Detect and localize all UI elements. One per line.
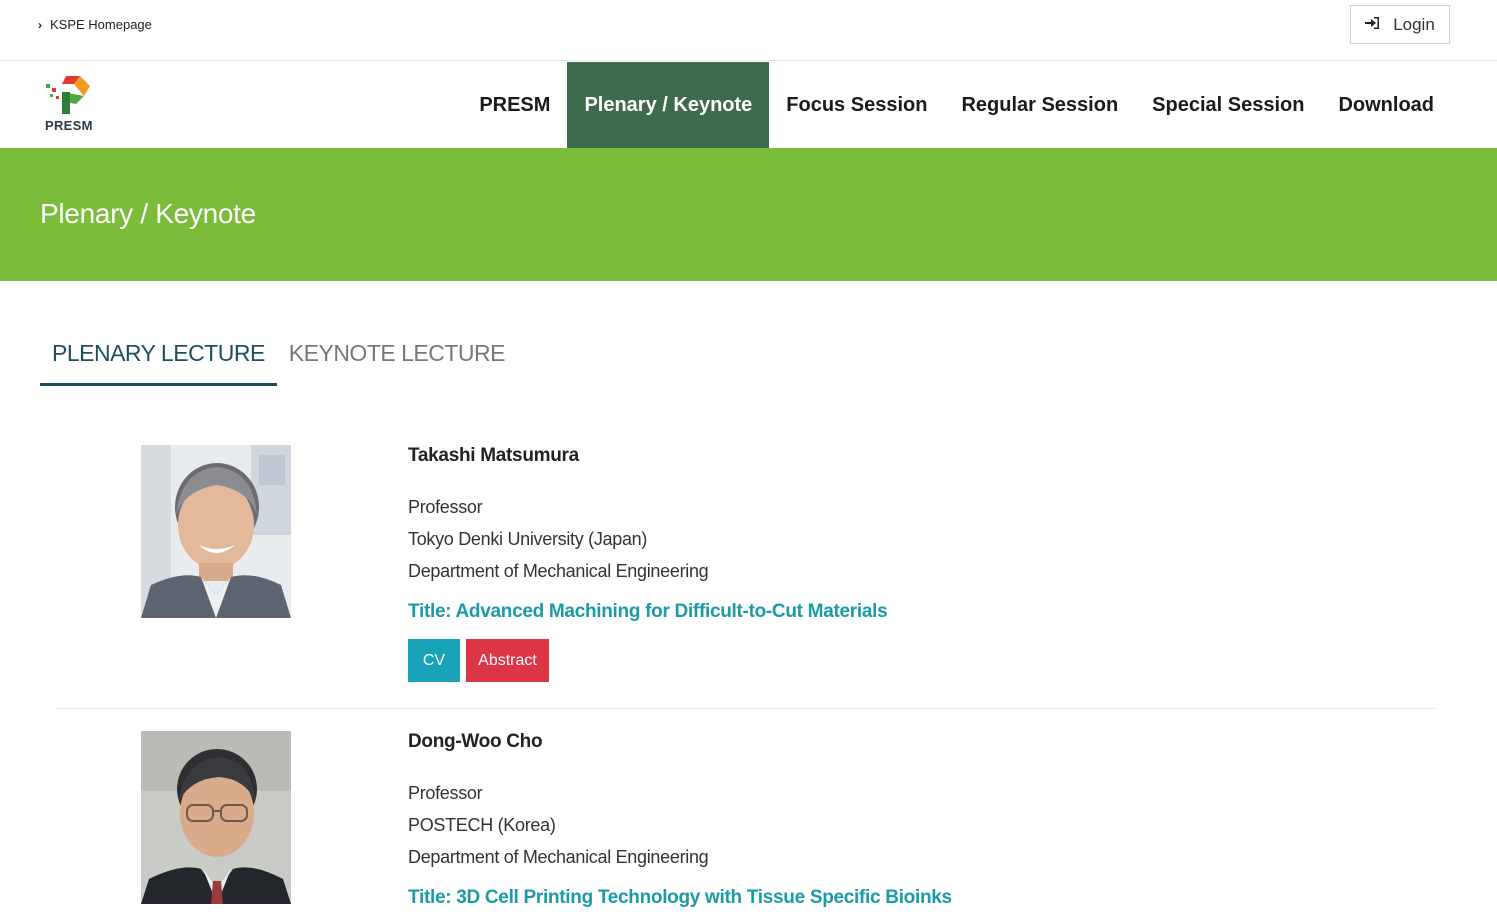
speaker-card: Dong-Woo Cho Professor POSTECH (Korea) D…: [56, 731, 1436, 924]
speaker-position: Professor: [408, 783, 483, 803]
speaker-info: Takashi Matsumura Professor Tokyo Denki …: [408, 445, 1408, 682]
speaker-position: Professor: [408, 497, 483, 517]
utility-bar: › KSPE Homepage Login: [0, 0, 1497, 61]
speaker-affiliation: Tokyo Denki University (Japan): [408, 529, 648, 549]
nav-item-special-session[interactable]: Special Session: [1135, 62, 1321, 148]
nav-item-presm[interactable]: PRESM: [462, 62, 567, 148]
lecture-tabs: PLENARY LECTURE KEYNOTE LECTURE: [40, 330, 517, 386]
nav-item-download[interactable]: Download: [1321, 62, 1451, 148]
tab-plenary-lecture[interactable]: PLENARY LECTURE: [40, 330, 277, 386]
login-label: Login: [1393, 14, 1435, 34]
logo-text: PRESM: [45, 118, 93, 133]
speaker-info: Dong-Woo Cho Professor POSTECH (Korea) D…: [408, 731, 1408, 909]
kspe-homepage-link[interactable]: › KSPE Homepage: [38, 17, 152, 32]
lecture-title: Title: 3D Cell Printing Technology with …: [408, 887, 952, 908]
tab-keynote-lecture[interactable]: KEYNOTE LECTURE: [277, 330, 517, 386]
nav-item-focus-session[interactable]: Focus Session: [769, 62, 944, 148]
abstract-button[interactable]: Abstract: [466, 639, 549, 682]
speaker-photo: [141, 445, 291, 618]
sign-in-icon: [1365, 17, 1380, 32]
kspe-homepage-label: KSPE Homepage: [50, 17, 152, 32]
cv-button[interactable]: CV: [408, 639, 460, 682]
page-banner: Plenary / Keynote: [0, 148, 1497, 281]
divider: [56, 708, 1436, 709]
nav-list: PRESM Plenary / Keynote Focus Session Re…: [462, 62, 1451, 148]
page-title: Plenary / Keynote: [40, 198, 256, 229]
chevron-right-icon: ›: [38, 17, 42, 32]
lecture-title: Title: Advanced Machining for Difficult-…: [408, 601, 888, 622]
nav-item-regular-session[interactable]: Regular Session: [944, 62, 1135, 148]
speaker-name: Dong-Woo Cho: [408, 731, 543, 752]
presm-logo-mark: [46, 76, 90, 114]
speaker-actions: CV Abstract: [408, 639, 1408, 682]
speaker-department: Department of Mechanical Engineering: [408, 847, 709, 867]
presm-logo[interactable]: PRESM: [44, 74, 96, 134]
speaker-photo: [141, 731, 291, 904]
login-button[interactable]: Login: [1350, 5, 1450, 44]
nav-item-plenary-keynote[interactable]: Plenary / Keynote: [567, 62, 770, 148]
speaker-affiliation: POSTECH (Korea): [408, 815, 556, 835]
speaker-card: Takashi Matsumura Professor Tokyo Denki …: [56, 445, 1436, 695]
speaker-department: Department of Mechanical Engineering: [408, 561, 709, 581]
speaker-name: Takashi Matsumura: [408, 445, 579, 466]
main-navigation: PRESM PRESM Plenary / Keynote Focus Sess…: [0, 62, 1497, 148]
